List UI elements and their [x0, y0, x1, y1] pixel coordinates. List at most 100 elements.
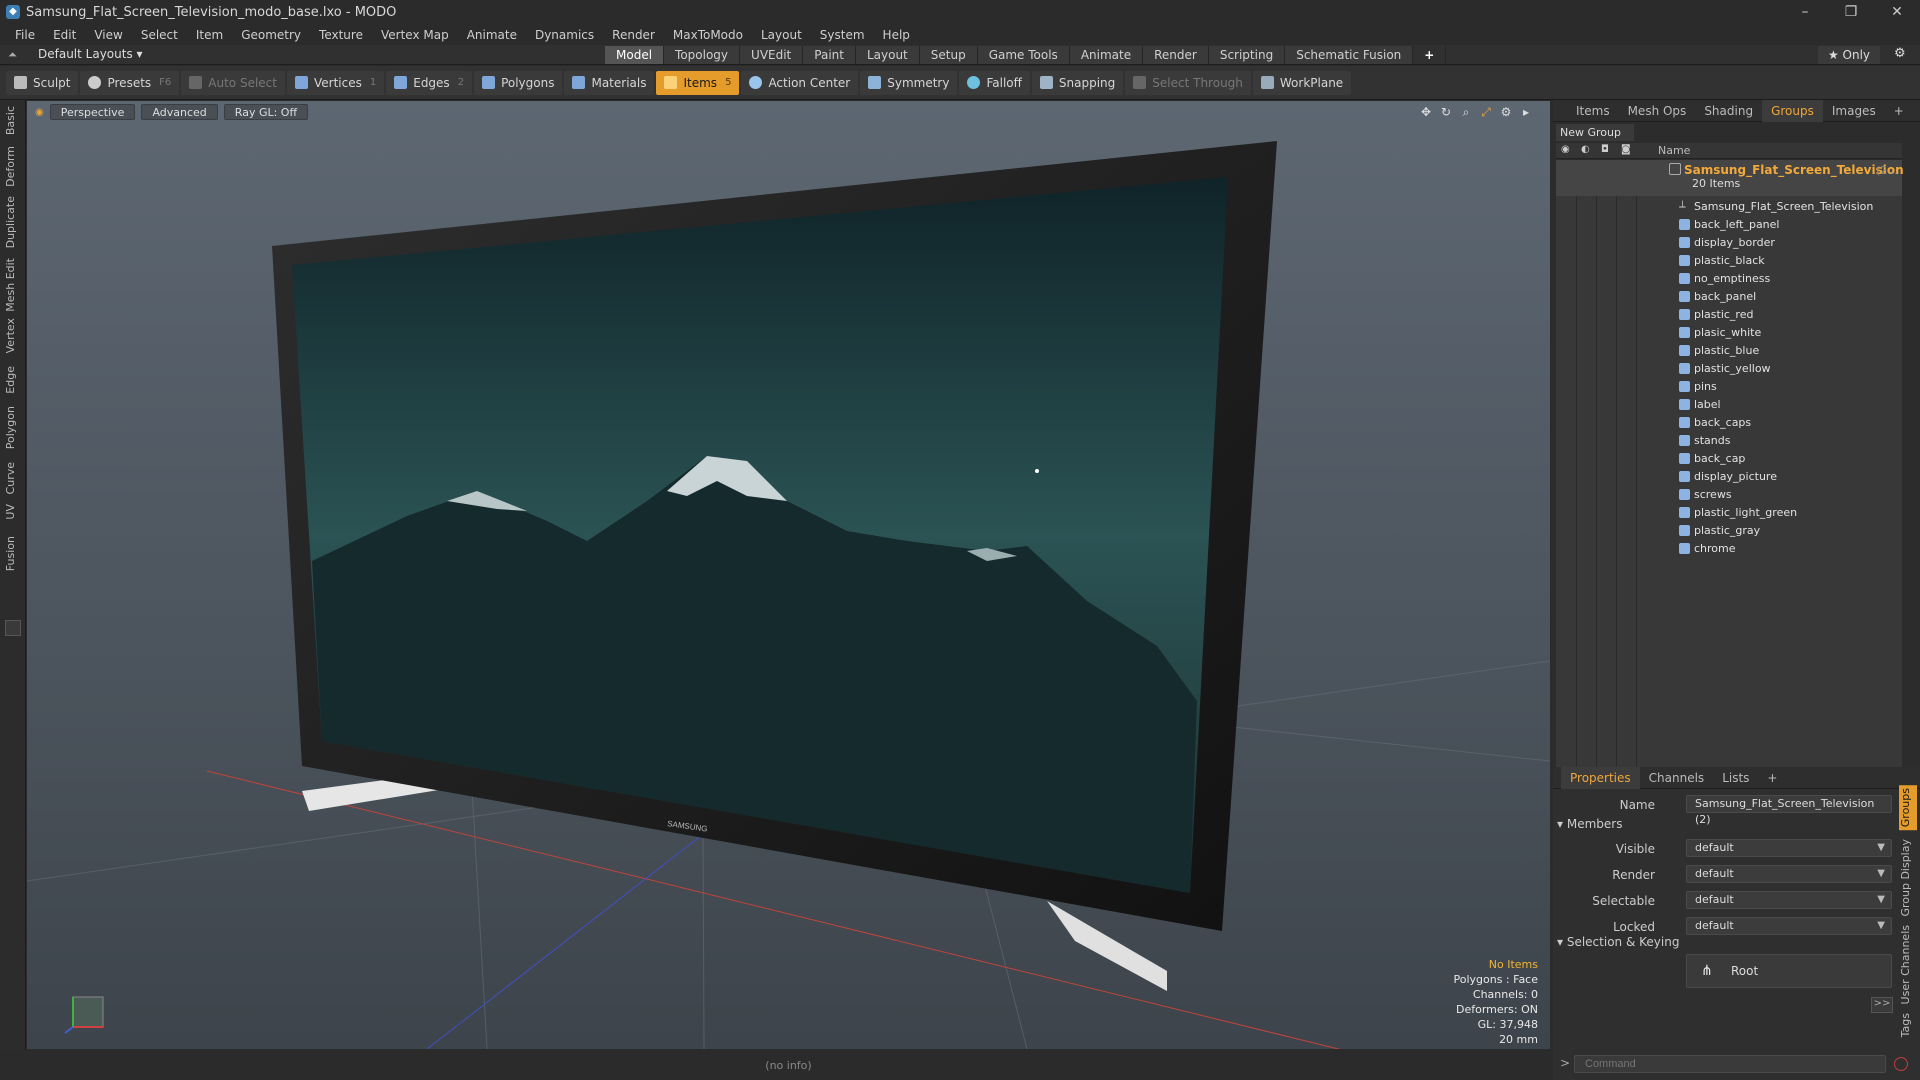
tab-lists[interactable]: Lists	[1713, 767, 1758, 789]
list-item[interactable]: screws	[1556, 486, 1902, 504]
zoom-icon[interactable]: ⌕	[1456, 105, 1476, 120]
tab-game-tools[interactable]: Game Tools	[977, 46, 1070, 64]
tab-animate[interactable]: Animate	[1069, 46, 1144, 64]
tab-model[interactable]: Model	[605, 46, 665, 64]
menu-maxtomodo[interactable]: MaxToModo	[664, 28, 752, 42]
add-panel-tab-button[interactable]: +	[1885, 100, 1913, 122]
vertices-button[interactable]: Vertices 1	[286, 70, 385, 95]
tab-deform[interactable]: Deform	[4, 146, 22, 187]
tab-channels[interactable]: Channels	[1640, 767, 1714, 789]
list-item[interactable]: plastic_light_green	[1556, 504, 1902, 522]
close-button[interactable]: ✕	[1874, 0, 1920, 24]
layout-collapse-icon[interactable]: ⏶	[8, 48, 17, 62]
render-dropdown[interactable]: default ▼	[1686, 865, 1892, 883]
name-field[interactable]: Samsung_Flat_Screen_Television (2)	[1686, 795, 1892, 826]
lock-icon[interactable]: ◘	[1601, 144, 1609, 155]
polygons-button[interactable]: Polygons	[474, 70, 563, 95]
members-section[interactable]: ▾ Members	[1557, 817, 1622, 831]
tab-vertex[interactable]: Vertex	[4, 318, 22, 353]
list-item[interactable]: back_cap	[1556, 450, 1902, 468]
settings-gear-icon[interactable]: ⚙	[1894, 46, 1906, 61]
sculpt-button[interactable]: Sculpt	[6, 70, 79, 95]
locked-dropdown[interactable]: default ▼	[1686, 917, 1892, 935]
tab-polygon[interactable]: Polygon	[4, 406, 22, 449]
edges-button[interactable]: Edges 2	[386, 70, 473, 95]
snapping-button[interactable]: Snapping	[1031, 70, 1124, 95]
tab-mesh-ops[interactable]: Mesh Ops	[1619, 100, 1696, 122]
fit-icon[interactable]: ⤢	[1476, 105, 1496, 120]
presets-button[interactable]: Presets F6	[80, 70, 180, 95]
menu-geometry[interactable]: Geometry	[232, 28, 310, 42]
tab-properties[interactable]: Properties	[1561, 766, 1640, 789]
tab-uvedit[interactable]: UVEdit	[740, 46, 804, 64]
tab-paint[interactable]: Paint	[803, 46, 856, 64]
tab-uv[interactable]: UV	[4, 504, 22, 520]
tab-curve[interactable]: Curve	[4, 462, 22, 494]
side-tab-group-display[interactable]: Group Display	[1899, 839, 1917, 917]
tab-render[interactable]: Render	[1143, 46, 1209, 64]
layout-selector[interactable]: Default Layouts ▾	[38, 47, 143, 61]
tab-groups[interactable]: Groups	[1762, 99, 1823, 122]
new-group-button[interactable]: New Group	[1556, 124, 1634, 141]
render-icon[interactable]: ◐	[1581, 144, 1590, 155]
list-item[interactable]: label	[1556, 396, 1902, 414]
tab-items[interactable]: Items	[1567, 100, 1619, 122]
menu-animate[interactable]: Animate	[458, 28, 526, 42]
menu-system[interactable]: System	[811, 28, 874, 42]
menu-file[interactable]: File	[6, 28, 44, 42]
selectable-dropdown[interactable]: default ▼	[1686, 891, 1892, 909]
name-column-header[interactable]: Name	[1658, 144, 1690, 157]
add-tab-button[interactable]: +	[1413, 46, 1447, 64]
action-center-button[interactable]: Action Center	[741, 70, 859, 95]
tab-setup[interactable]: Setup	[919, 46, 978, 64]
items-button[interactable]: Items 5	[656, 70, 740, 95]
menu-texture[interactable]: Texture	[310, 28, 372, 42]
viewport-expand-icon[interactable]: ▸	[1516, 105, 1536, 120]
list-item[interactable]: plastic_blue	[1556, 342, 1902, 360]
viewport-settings-icon[interactable]: ⚙	[1496, 105, 1516, 120]
minimize-button[interactable]: –	[1782, 0, 1828, 24]
side-tab-tags[interactable]: Tags	[1899, 1013, 1917, 1037]
auto-select-button[interactable]: Auto Select	[181, 70, 285, 95]
list-item[interactable]: plasic_white	[1556, 324, 1902, 342]
workplane-button[interactable]: WorkPlane	[1252, 70, 1352, 95]
restore-button[interactable]: ❐	[1828, 0, 1874, 24]
eye-icon[interactable]: ◉	[1561, 144, 1570, 155]
materials-button[interactable]: Materials	[564, 70, 655, 95]
list-item[interactable]: stands	[1556, 432, 1902, 450]
only-toggle[interactable]: ★ Only	[1818, 46, 1880, 64]
tab-duplicate[interactable]: Duplicate	[4, 196, 22, 248]
rotate-icon[interactable]: ↻	[1436, 105, 1456, 120]
add-properties-tab-button[interactable]: +	[1758, 767, 1786, 789]
side-tab-groups[interactable]: Groups	[1899, 785, 1917, 831]
list-item[interactable]: back_caps	[1556, 414, 1902, 432]
menu-select[interactable]: Select	[132, 28, 187, 42]
tab-edge[interactable]: Edge	[4, 366, 22, 394]
tab-mesh-edit[interactable]: Mesh Edit	[4, 258, 22, 312]
command-input[interactable]	[1574, 1055, 1886, 1073]
pan-icon[interactable]: ✥	[1416, 105, 1436, 120]
expand-tabs-button[interactable]	[5, 620, 21, 636]
tab-layout[interactable]: Layout	[855, 46, 920, 64]
select-through-button[interactable]: Select Through	[1125, 70, 1251, 95]
record-icon[interactable]	[1894, 1057, 1908, 1071]
menu-vertex-map[interactable]: Vertex Map	[372, 28, 458, 42]
3d-viewport[interactable]: SAMSUNG ◉ Perspective Advanced Ray GL: O…	[27, 101, 1550, 1049]
root-button[interactable]: ⋔ Root	[1686, 954, 1892, 988]
viewport-menu-icon[interactable]: ◉	[35, 107, 44, 118]
list-item[interactable]: back_panel	[1556, 288, 1902, 306]
tab-schematic-fusion[interactable]: Schematic Fusion	[1285, 46, 1414, 64]
list-item[interactable]: no_emptiness	[1556, 270, 1902, 288]
select-icon[interactable]: ◙	[1621, 144, 1631, 155]
ray-gl-button[interactable]: Ray GL: Off	[223, 104, 309, 120]
menu-view[interactable]: View	[85, 28, 131, 42]
tab-shading[interactable]: Shading	[1695, 100, 1762, 122]
side-tab-user-channels[interactable]: User Channels	[1899, 925, 1917, 1004]
visible-dropdown[interactable]: default ▼	[1686, 839, 1892, 857]
menu-dynamics[interactable]: Dynamics	[526, 28, 603, 42]
list-item[interactable]: display_border	[1556, 234, 1902, 252]
view-perspective-button[interactable]: Perspective	[49, 104, 136, 120]
list-item[interactable]: display_picture	[1556, 468, 1902, 486]
more-button[interactable]: >>	[1871, 997, 1893, 1013]
tab-fusion[interactable]: Fusion	[4, 536, 22, 571]
